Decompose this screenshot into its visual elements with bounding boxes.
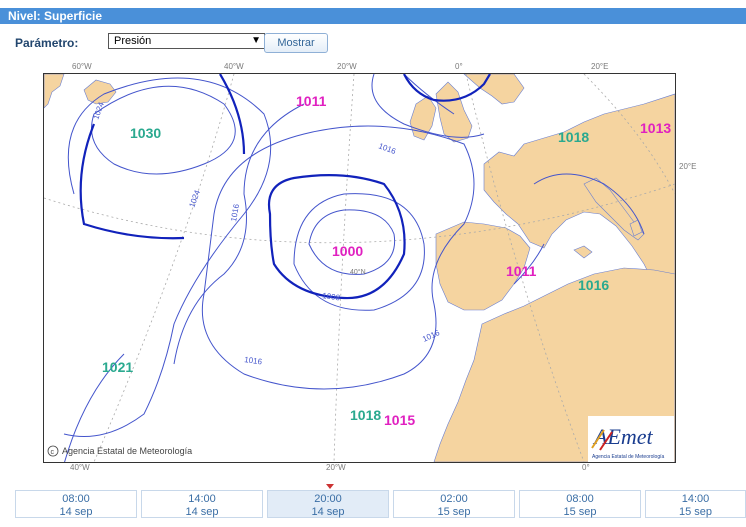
thick-isobar-north — [219, 74, 246, 155]
isobar-label-1016d: 1016 — [421, 328, 441, 344]
high-1021: 1021 — [102, 359, 133, 375]
svg-text:c: c — [51, 449, 55, 456]
slot-date: 15 sep — [437, 506, 471, 518]
high-1016: 1016 — [578, 277, 609, 293]
isobar-label-1024b: 1024 — [187, 188, 202, 208]
isobar-around-1030 — [91, 85, 236, 175]
copyright-text: Agencia Estatal de Meteorología — [62, 446, 192, 456]
timeline-slot-selected[interactable]: 20:00 14 sep — [267, 490, 389, 518]
high-1018-canary: 1018 — [350, 407, 381, 423]
timeline-slot[interactable]: 14:00 14 sep — [141, 490, 263, 518]
thick-isobar-west — [79, 123, 185, 240]
lon-label-0: 0° — [455, 62, 463, 71]
pressure-map[interactable]: 1024 1024 1016 1016 1008 1016 1016 40°N … — [43, 73, 676, 463]
level-title-bar: Nivel: Superficie — [0, 8, 746, 24]
level-title: Nivel: Superficie — [8, 9, 103, 23]
low-1000: 1000 — [332, 243, 363, 259]
timeline-slot[interactable]: 08:00 14 sep — [15, 490, 137, 518]
slot-time: 14:00 — [681, 493, 710, 505]
lon-label-40w: 40°W — [224, 62, 244, 71]
high-1030: 1030 — [130, 125, 161, 141]
logo-text: AEmet — [592, 424, 654, 449]
meridian-20w — [333, 74, 355, 462]
slot-time: 14:00 — [188, 493, 216, 505]
timeline-slot[interactable]: 08:00 15 sep — [519, 490, 641, 518]
timeline-slot[interactable]: 02:00 15 sep — [393, 490, 515, 518]
dropdown-arrow-icon: ▼ — [251, 35, 261, 46]
meridian-40w — [93, 74, 235, 462]
isobar-1016-west — [173, 103, 305, 365]
greenland-land — [44, 74, 65, 109]
lon-label-bottom-20w: 20°W — [326, 463, 346, 472]
lon-label-60w: 60°W — [72, 62, 92, 71]
timeline-slot[interactable]: 14:00 15 sep — [645, 490, 746, 518]
low-1015: 1015 — [384, 412, 415, 428]
map-svg: 1024 1024 1016 1016 1008 1016 1016 40°N … — [44, 74, 675, 462]
parameter-select-value: Presión — [114, 35, 152, 47]
lat-label-right: 20°E — [679, 162, 697, 171]
isobar-1024 — [63, 77, 272, 437]
slot-date: 14 sep — [311, 506, 345, 518]
lon-label-bottom-40w: 40°W — [70, 463, 90, 472]
thick-isobar-low — [267, 174, 406, 300]
slot-time: 08:00 — [62, 493, 90, 505]
slot-time: 08:00 — [566, 493, 594, 505]
low-1013: 1013 — [640, 120, 671, 136]
low-1011-med: 1011 — [506, 263, 537, 279]
slot-date: 14 sep — [59, 506, 93, 518]
lon-label-bottom-0: 0° — [582, 463, 590, 472]
low-1011-north: 1011 — [296, 93, 327, 109]
isobar-label-1016b: 1016 — [377, 141, 397, 156]
show-button[interactable]: Mostrar — [264, 33, 328, 53]
aemet-logo: AEmet Agencia Estatal de Meteorología — [588, 416, 674, 462]
high-1018-europe: 1018 — [558, 129, 589, 145]
lon-label-20e: 20°E — [591, 62, 609, 71]
slot-date: 14 sep — [185, 506, 219, 518]
isobar-label-1024a: 1024 — [91, 100, 106, 120]
slot-time: 02:00 — [440, 493, 468, 505]
copyright-block: c Agencia Estatal de Meteorología — [47, 445, 192, 457]
lat-label-40n: 40°N — [350, 268, 366, 276]
parameter-select[interactable]: Presión ▼ — [108, 33, 265, 49]
parameter-label: Parámetro: — [15, 36, 79, 50]
lon-label-20w: 20°W — [337, 62, 357, 71]
slot-date: 15 sep — [678, 506, 713, 518]
logo-subtext: Agencia Estatal de Meteorología — [592, 454, 664, 460]
slot-time: 20:00 — [314, 493, 342, 505]
selected-time-marker — [326, 484, 334, 489]
scandinavia-land — [463, 74, 525, 105]
balearic-land — [573, 245, 593, 259]
iceland-land — [83, 79, 117, 105]
timeline-bar: 08:00 14 sep 14:00 14 sep 20:00 14 sep 0… — [15, 490, 746, 520]
britain-land — [435, 81, 473, 143]
slot-date: 15 sep — [563, 506, 597, 518]
isobar-label-1016c: 1016 — [244, 355, 263, 366]
